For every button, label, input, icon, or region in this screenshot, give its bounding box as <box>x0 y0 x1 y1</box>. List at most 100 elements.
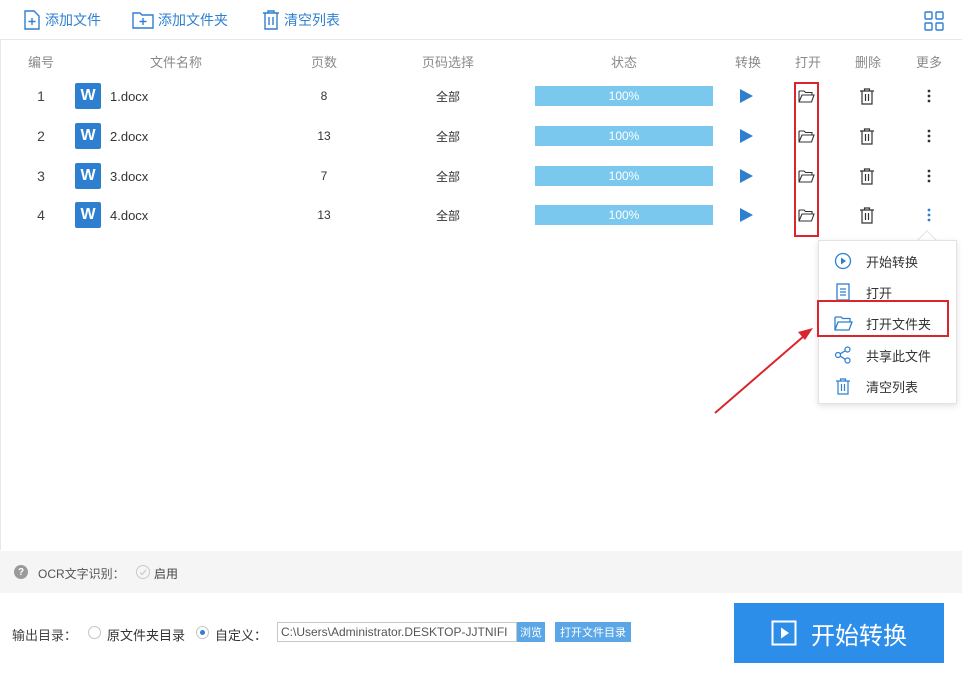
add-file-label: 添加文件 <box>45 12 101 28</box>
delete-button[interactable] <box>859 87 875 105</box>
row-filename: 1.docx <box>110 88 149 104</box>
row-page-range[interactable]: 全部 <box>436 156 460 196</box>
header-convert: 转换 <box>734 55 762 70</box>
clear-list-button[interactable]: 清空列表 <box>262 9 340 31</box>
row-page-range[interactable]: 全部 <box>436 116 460 156</box>
menu-item-clear-list[interactable]: 清空列表 <box>819 371 956 401</box>
menu-item-label: 打开 <box>866 285 893 301</box>
more-vertical-icon <box>927 208 931 222</box>
table-header: 编号 文件名称 页数 页码选择 状态 转换 打开 删除 更多 <box>0 46 962 74</box>
output-bar: 输出目录： 原文件夹目录 自定义： 浏览 打开文件目录 开始转换 <box>0 593 962 673</box>
header-status: 状态 <box>610 55 638 70</box>
row-page-range[interactable]: 全部 <box>436 195 460 235</box>
add-folder-label: 添加文件夹 <box>158 12 228 28</box>
header-number: 编号 <box>27 55 55 70</box>
row-filename: 4.docx <box>110 207 149 223</box>
play-icon <box>740 169 753 183</box>
word-file-icon: W <box>75 83 101 109</box>
open-output-folder-button[interactable]: 打开文件目录 <box>555 622 631 642</box>
output-path-input[interactable] <box>277 622 517 642</box>
header-page-range: 页码选择 <box>421 55 475 70</box>
document-icon <box>833 282 853 302</box>
convert-button[interactable] <box>738 168 754 184</box>
row-page-range[interactable]: 全部 <box>436 76 460 116</box>
delete-button[interactable] <box>859 206 875 224</box>
header-open: 打开 <box>794 55 822 70</box>
delete-button[interactable] <box>859 167 875 185</box>
header-filename: 文件名称 <box>149 55 203 70</box>
clear-list-label: 清空列表 <box>284 12 340 28</box>
progress-bar: 100% <box>535 126 713 146</box>
word-file-icon: W <box>75 163 101 189</box>
progress-bar: 100% <box>535 205 713 225</box>
trash-icon <box>833 376 853 396</box>
more-vertical-icon <box>927 89 931 103</box>
menu-item-start-convert[interactable]: 开始转换 <box>819 246 956 276</box>
header-delete: 删除 <box>854 55 882 70</box>
menu-item-label: 清空列表 <box>866 379 919 395</box>
more-button[interactable] <box>927 129 931 143</box>
row-pages: 7 <box>320 169 328 183</box>
convert-button[interactable] <box>738 88 754 104</box>
help-icon[interactable]: ? <box>14 565 28 579</box>
progress-text: 100% <box>608 129 640 143</box>
row-filename: 2.docx <box>110 128 149 144</box>
progress-text: 100% <box>608 169 640 183</box>
progress-bar: 100% <box>535 166 713 186</box>
menu-item-label: 共享此文件 <box>866 348 932 364</box>
header-pages: 页数 <box>310 55 338 70</box>
trash-icon <box>860 167 874 185</box>
trash-icon <box>263 10 279 30</box>
trash-icon <box>860 206 874 224</box>
play-square-icon <box>771 620 797 646</box>
radio-custom-folder[interactable] <box>196 626 209 639</box>
row-pages: 8 <box>320 89 328 103</box>
row-number: 4 <box>37 207 45 223</box>
radio-original-folder[interactable] <box>88 626 101 639</box>
row-number: 3 <box>37 168 45 184</box>
trash-icon <box>860 127 874 145</box>
grid-view-toggle[interactable] <box>924 11 944 34</box>
progress-bar: 100% <box>535 86 713 106</box>
more-vertical-icon <box>927 169 931 183</box>
start-convert-button[interactable]: 开始转换 <box>734 603 944 663</box>
open-folder-menu-highlight <box>817 300 949 337</box>
convert-button[interactable] <box>738 207 754 223</box>
ocr-label: OCR文字识别： <box>38 567 125 581</box>
share-icon <box>833 345 853 365</box>
add-file-button[interactable]: 添加文件 <box>23 9 101 31</box>
radio-custom-folder-label: 自定义： <box>215 628 268 643</box>
play-icon <box>740 129 753 143</box>
trash-icon <box>860 87 874 105</box>
row-number: 1 <box>37 88 45 104</box>
delete-button[interactable] <box>859 127 875 145</box>
play-icon <box>740 208 753 222</box>
check-icon <box>139 569 147 575</box>
grid-view-icon <box>924 11 944 31</box>
ocr-enable-checkbox[interactable] <box>136 565 150 579</box>
radio-original-folder-label: 原文件夹目录 <box>107 628 186 643</box>
convert-button[interactable] <box>738 128 754 144</box>
more-button[interactable] <box>927 89 931 103</box>
annotation-arrow <box>714 328 813 414</box>
menu-item-label: 开始转换 <box>866 254 919 270</box>
more-button[interactable] <box>927 208 931 222</box>
row-pages: 13 <box>317 208 331 222</box>
row-number: 2 <box>37 128 45 144</box>
row-pages: 13 <box>317 129 331 143</box>
ocr-bar: ? OCR文字识别： 启用 <box>0 551 962 593</box>
play-icon <box>740 89 753 103</box>
add-file-icon <box>24 10 40 30</box>
word-file-icon: W <box>75 123 101 149</box>
menu-item-share-file[interactable]: 共享此文件 <box>819 340 956 370</box>
browse-button[interactable]: 浏览 <box>517 622 545 642</box>
open-column-highlight <box>794 82 819 237</box>
more-button[interactable] <box>927 169 931 183</box>
play-circle-icon <box>833 251 853 271</box>
word-file-icon: W <box>75 202 101 228</box>
output-dir-label: 输出目录： <box>12 628 78 643</box>
toolbar: 添加文件 添加文件夹 清空列表 <box>0 0 962 40</box>
more-vertical-icon <box>927 129 931 143</box>
add-folder-icon <box>132 12 154 29</box>
add-folder-button[interactable]: 添加文件夹 <box>132 9 228 31</box>
